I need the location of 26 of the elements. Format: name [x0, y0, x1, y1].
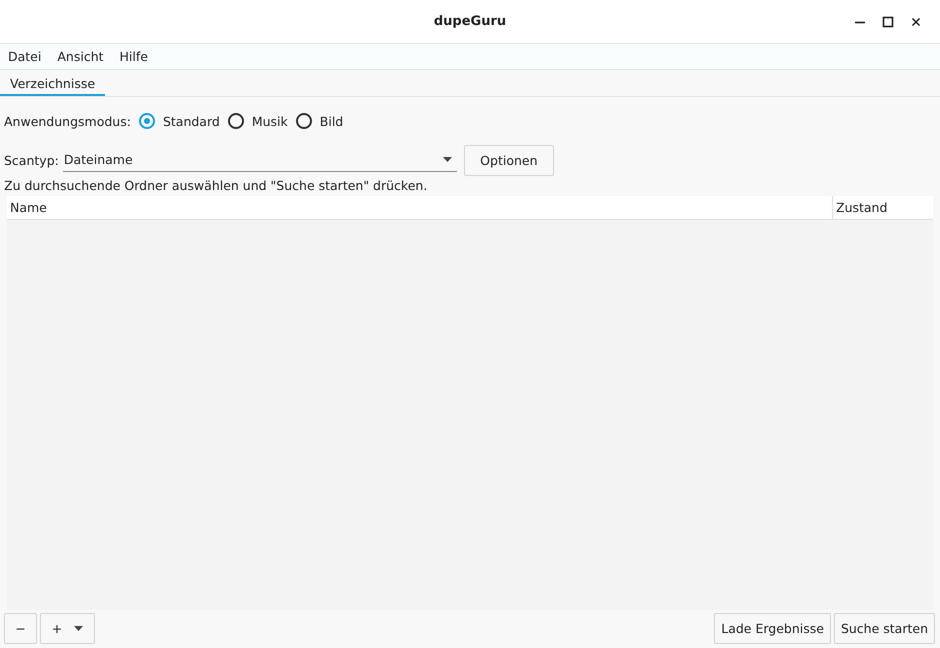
action-button[interactable]: Suche starten [834, 613, 935, 644]
radio-button[interactable] [296, 113, 312, 129]
radio-label[interactable]: Bild [320, 114, 344, 128]
action-button[interactable]: Lade Ergebnisse [714, 613, 831, 644]
radio-button[interactable] [138, 113, 155, 129]
radio-label[interactable]: Standard [162, 114, 220, 128]
maximize-icon[interactable] [882, 16, 894, 28]
hint-text: Zu durchsuchende Ordner auswählen und "Suche starten" drücken. [4, 178, 428, 195]
add-button[interactable]: + [40, 613, 95, 644]
scan-type-label: Scantyp: [4, 152, 59, 168]
remove-button[interactable]: − [4, 613, 37, 644]
dropdown-caret-icon [442, 157, 452, 162]
menu-item[interactable]: Hilfe [120, 49, 148, 64]
scan-type-dropdown[interactable]: Dateiname [62, 148, 457, 172]
column-header[interactable]: Zustand [832, 196, 933, 219]
dropdown-caret-icon [74, 626, 84, 631]
tab[interactable]: Verzeichnisse [0, 76, 106, 96]
window-title: dupeGuru [434, 14, 506, 29]
radio-button[interactable] [228, 113, 244, 129]
close-icon[interactable] [910, 16, 922, 28]
options-button[interactable]: Optionen [464, 144, 554, 176]
menu-item[interactable]: Datei [8, 49, 42, 64]
radio-label[interactable]: Musik [252, 114, 288, 128]
menu-item[interactable]: Ansicht [57, 49, 104, 64]
column-header[interactable]: Name [7, 196, 832, 219]
mode-label: Anwendungsmodus: [4, 114, 131, 128]
